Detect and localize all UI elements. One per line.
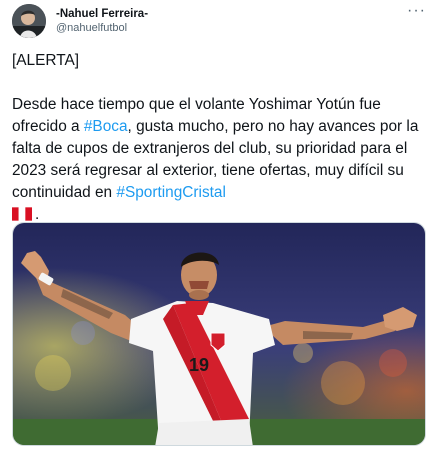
tweet-text-end: . [35, 206, 40, 223]
tweet-photo[interactable]: 19 [12, 222, 426, 446]
more-horizontal-icon: ··· [407, 2, 426, 19]
hashtag-sportingcristal-link[interactable]: #SportingCristal [116, 184, 226, 201]
jersey-number: 19 [189, 355, 209, 375]
author-handle[interactable]: @nahuelfutbol [56, 21, 148, 35]
author-names: -Nahuel Ferreira- @nahuelfutbol [56, 7, 148, 35]
tweet-alert-line: [ALERTA] [12, 52, 80, 69]
hashtag-boca-link[interactable]: #Boca [84, 118, 128, 135]
more-options-button[interactable]: ··· [407, 2, 426, 19]
tweet-header: -Nahuel Ferreira- @nahuelfutbol ··· [12, 2, 426, 40]
tweet-text: [ALERTA] Desde hace tiempo que el volant… [12, 50, 428, 226]
tweet-card: -Nahuel Ferreira- @nahuelfutbol ··· [ALE… [0, 0, 438, 452]
peru-flag-icon [12, 207, 32, 221]
person-avatar-icon [12, 4, 46, 38]
football-player-photo: 19 [13, 223, 425, 445]
author-avatar[interactable] [12, 4, 46, 38]
author-display-name[interactable]: -Nahuel Ferreira- [56, 7, 148, 21]
